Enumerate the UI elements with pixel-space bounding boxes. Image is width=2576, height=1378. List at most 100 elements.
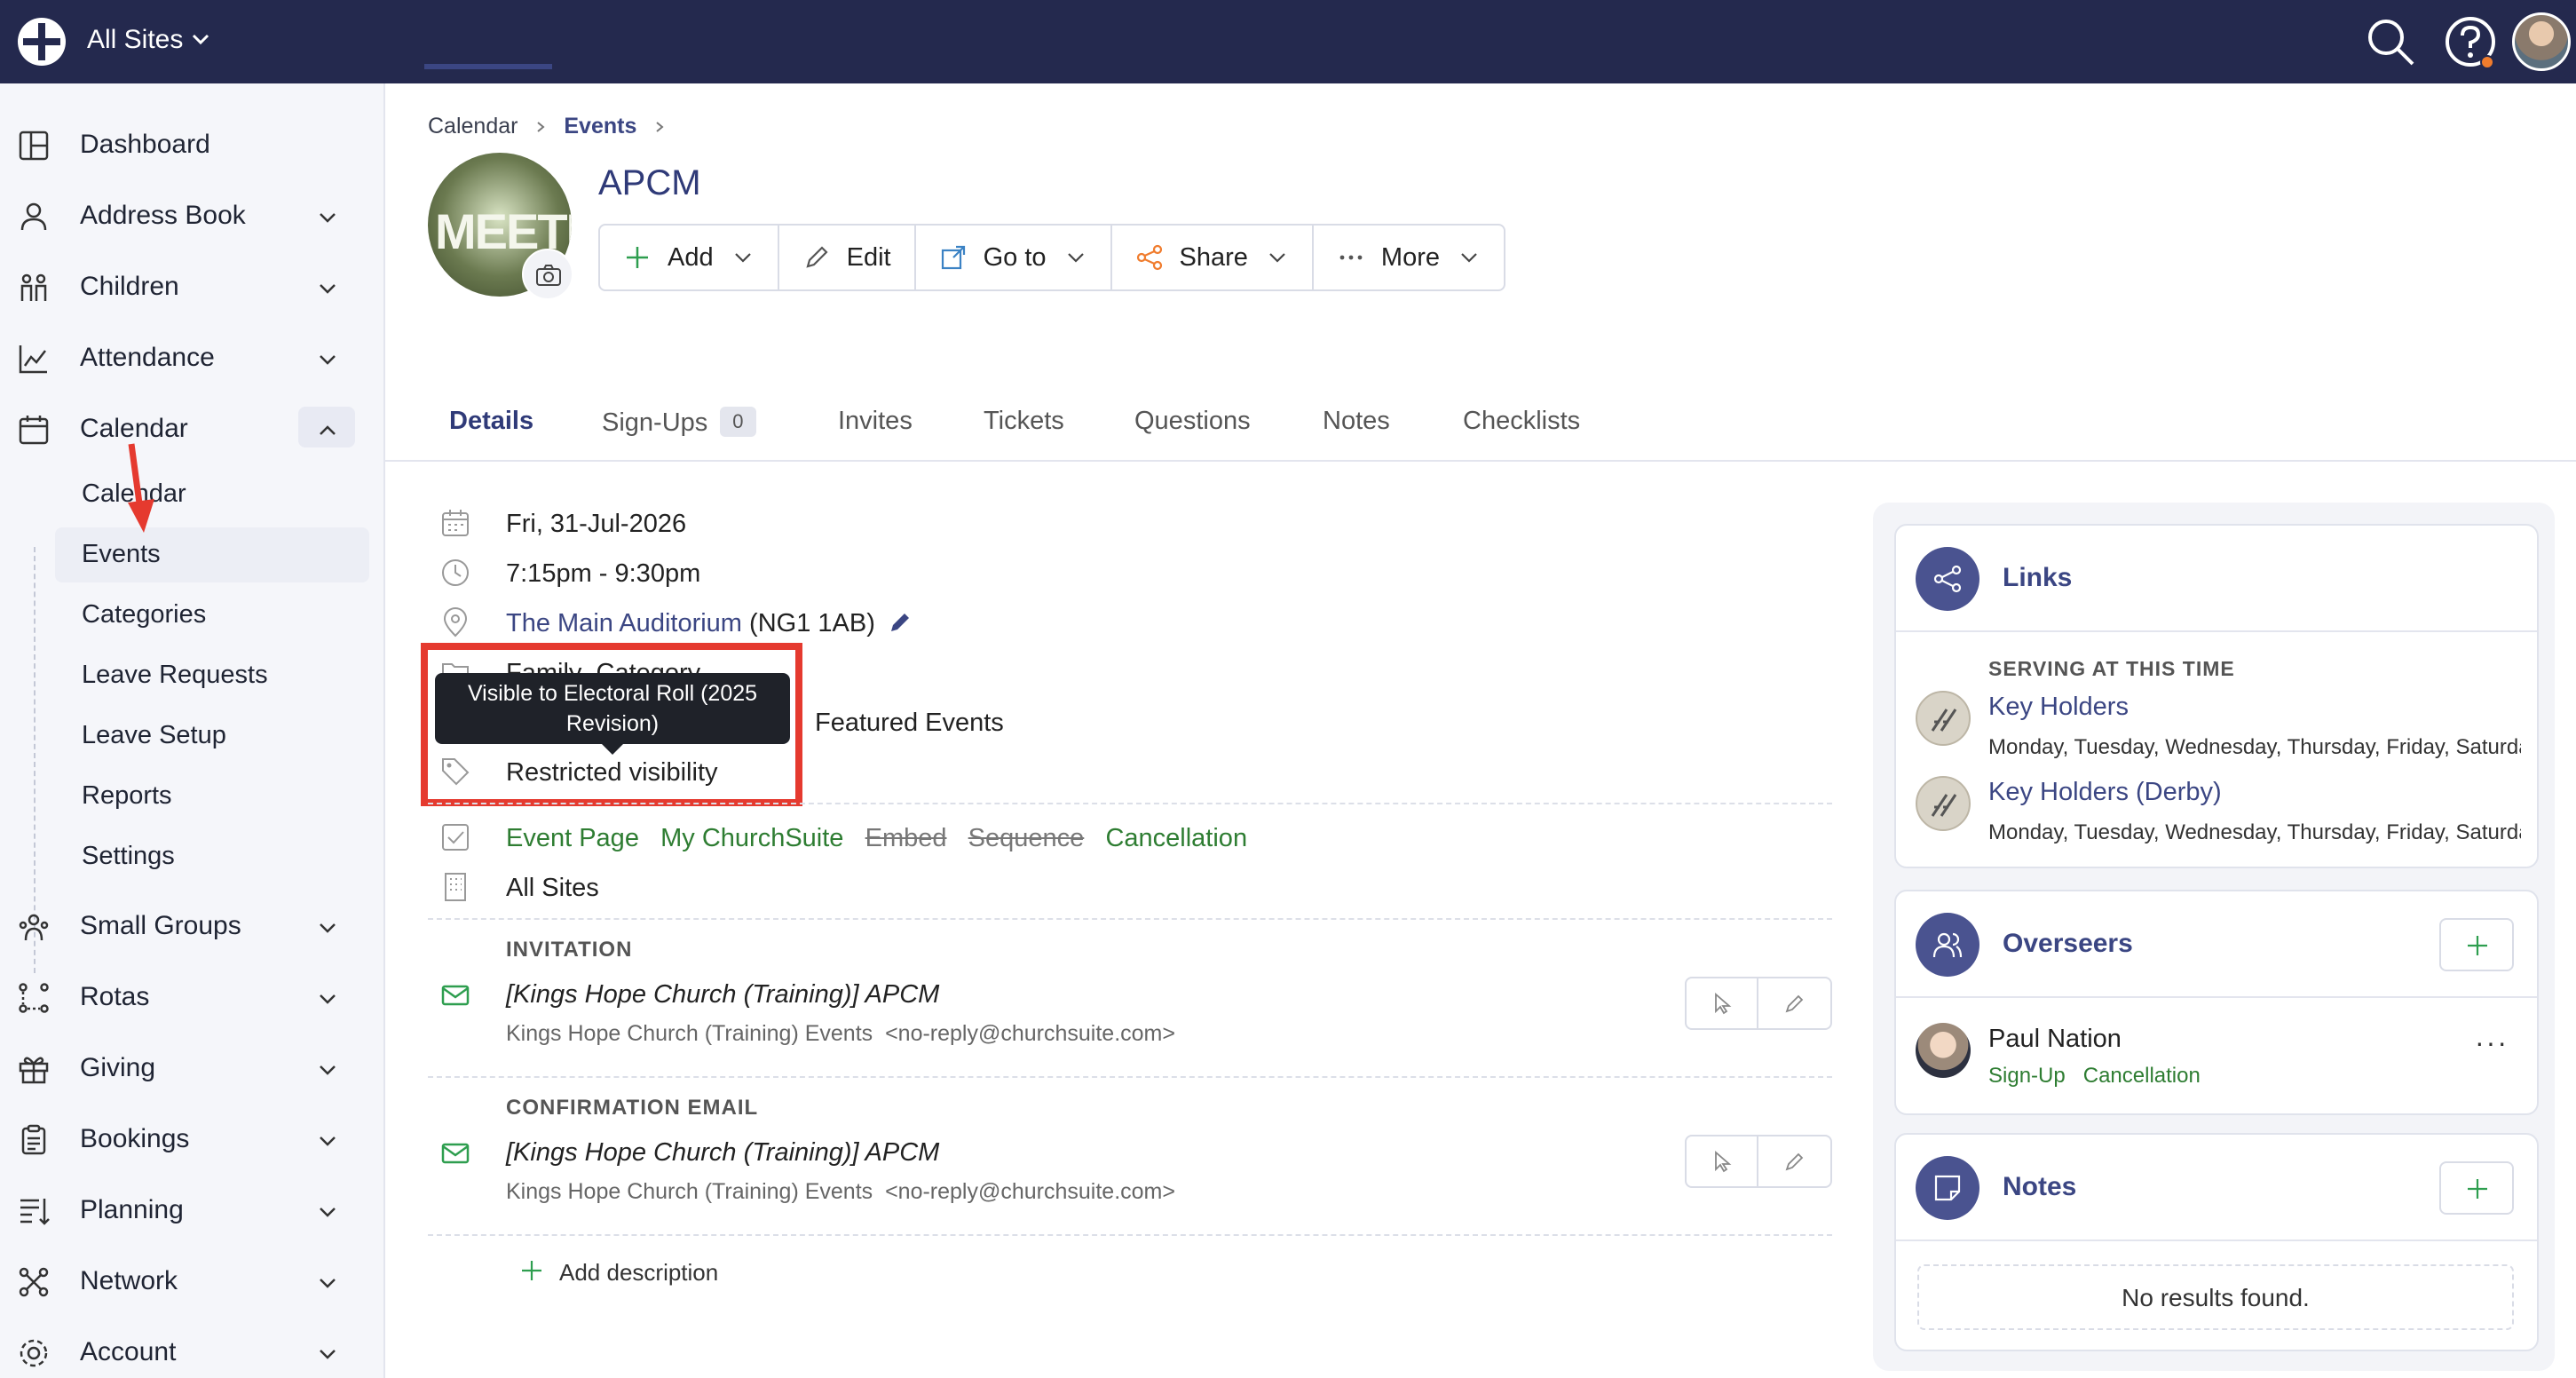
submenu-item-calendar[interactable]: Calendar (55, 467, 369, 522)
submenu-item-leave-requests[interactable]: Leave Requests (55, 648, 369, 703)
search-icon[interactable] (2363, 14, 2418, 69)
keys-icon (1931, 794, 1957, 817)
ellipsis-icon (1339, 255, 1363, 260)
breadcrumb-events[interactable]: Events (564, 114, 636, 139)
sidebar-item-label: Calendar (80, 414, 188, 443)
sidebar-item-account[interactable]: Account (0, 1321, 385, 1378)
invitation-actions (1685, 977, 1832, 1030)
add-button[interactable]: Add (600, 226, 779, 289)
clock-icon (442, 559, 469, 586)
sidebar-item-planning[interactable]: Planning (0, 1179, 385, 1238)
overseer-name[interactable]: Paul Nation (1988, 1025, 2122, 1054)
keys-icon (1931, 709, 1957, 732)
submenu-item-categories[interactable]: Categories (55, 588, 369, 643)
chevron-down-icon (320, 1279, 336, 1288)
submenu-item-reports[interactable]: Reports (55, 769, 369, 824)
event-date: Fri, 31-Jul-2026 (506, 510, 687, 538)
tab-checklists[interactable]: Checklists (1463, 407, 1580, 436)
overseer-more-button[interactable]: ··· (2475, 1026, 2509, 1059)
notification-dot (2480, 55, 2494, 69)
key-holders-derby-link[interactable]: Key Holders (Derby) (1988, 778, 2222, 807)
tab-notes[interactable]: Notes (1323, 407, 1390, 436)
sidebar-item-label: Rotas (80, 982, 150, 1011)
tab-tickets[interactable]: Tickets (984, 407, 1064, 436)
sidebar-item-label: Account (80, 1337, 177, 1366)
key-holders-days: Monday, Tuesday, Wednesday, Thursday, Fr… (1988, 735, 2521, 759)
edit-button[interactable]: Edit (779, 226, 916, 289)
add-description-button[interactable]: Add description (522, 1259, 718, 1287)
groups-icon (19, 914, 49, 941)
tab-invites[interactable]: Invites (838, 407, 913, 436)
confirmation-subject: [Kings Hope Church (Training)] APCM (506, 1138, 940, 1167)
chevron-up-icon (320, 425, 336, 435)
sidebar-item-giving[interactable]: Giving (0, 1037, 385, 1096)
chevron-right-icon (656, 122, 664, 132)
feature-embed[interactable]: Embed (865, 824, 947, 852)
sidebar-item-bookings[interactable]: Bookings (0, 1108, 385, 1167)
gear-icon (20, 1339, 48, 1367)
share-button-label: Share (1179, 242, 1248, 272)
invitation-from: Kings Hope Church (Training) Events <no-… (506, 1021, 1175, 1047)
preview-button[interactable] (1687, 978, 1759, 1028)
clipboard-icon (21, 1124, 46, 1155)
sidebar-item-dashboard[interactable]: Dashboard (0, 114, 385, 172)
chevron-down-icon[interactable] (188, 27, 213, 51)
sidebar-item-label: Network (80, 1266, 178, 1295)
submenu-item-leave-setup[interactable]: Leave Setup (55, 709, 369, 764)
user-avatar[interactable] (2512, 12, 2571, 71)
goto-button[interactable]: Go to (916, 226, 1112, 289)
chevron-down-icon (734, 253, 751, 263)
share-icon (1933, 565, 1962, 593)
edit-email-button[interactable] (1758, 978, 1830, 1028)
key-holders-link[interactable]: Key Holders (1988, 693, 2129, 722)
tab-signups[interactable]: Sign-Ups 0 (602, 407, 756, 438)
sidebar-item-label: Dashboard (80, 130, 210, 159)
sidebar-item-address-book[interactable]: Address Book (0, 185, 385, 243)
sidebar-item-rotas[interactable]: Rotas (0, 966, 385, 1025)
submenu-item-settings[interactable]: Settings (55, 829, 369, 884)
tab-questions[interactable]: Questions (1134, 407, 1251, 436)
pencil-icon[interactable] (888, 610, 913, 635)
overseer-signup-link[interactable]: Sign-Up (1988, 1064, 2066, 1088)
more-button-label: More (1380, 242, 1440, 272)
links-card-title: Links (2003, 563, 2073, 592)
sidebar-item-attendance[interactable]: Attendance (0, 327, 385, 385)
overseers-card-header: Overseers (1896, 891, 2537, 998)
confirmation-from-name: Kings Hope Church (Training) Events (506, 1179, 873, 1204)
plus-icon (2468, 936, 2487, 955)
invitation-from-name: Kings Hope Church (Training) Events (506, 1021, 873, 1046)
more-button[interactable]: More (1314, 226, 1504, 289)
site-selector[interactable]: All Sites (87, 25, 183, 55)
sidebar: Dashboard Address Book Children Attendan… (0, 83, 385, 1378)
change-photo-button[interactable] (522, 249, 573, 300)
churchsuite-logo-icon[interactable] (16, 16, 67, 67)
add-note-button[interactable] (2439, 1161, 2514, 1215)
overseer-cancellation-link[interactable]: Cancellation (2083, 1064, 2201, 1088)
chevron-down-icon (320, 1208, 336, 1217)
feature-event-page[interactable]: Event Page (506, 824, 639, 852)
breadcrumb-calendar[interactable]: Calendar (428, 114, 518, 139)
add-overseer-button[interactable] (2439, 918, 2514, 971)
preview-button[interactable] (1687, 1136, 1759, 1186)
feature-my-churchsuite[interactable]: My ChurchSuite (660, 824, 843, 852)
sidebar-item-network[interactable]: Network (0, 1250, 385, 1309)
submenu-item-label: Settings (82, 842, 175, 870)
envelope-icon (441, 1143, 470, 1164)
tab-details[interactable]: Details (449, 407, 533, 436)
feature-cancellation[interactable]: Cancellation (1105, 824, 1247, 852)
feature-sequence[interactable]: Sequence (968, 824, 1085, 852)
submenu-item-label: Events (82, 540, 161, 568)
edit-email-button[interactable] (1758, 1136, 1830, 1186)
notes-badge (1916, 1156, 1979, 1220)
dashboard-icon (19, 131, 49, 161)
featured-events-link[interactable]: Featured Events (815, 709, 1004, 738)
submenu-item-events[interactable]: Events (55, 527, 369, 582)
sidebar-item-small-groups[interactable]: Small Groups (0, 895, 385, 954)
sidebar-item-children[interactable]: Children (0, 256, 385, 314)
share-button[interactable]: Share (1112, 226, 1314, 289)
sidebar-item-label: Small Groups (80, 911, 241, 940)
invitation-heading: INVITATION (506, 938, 633, 962)
location-link[interactable]: The Main Auditorium (506, 609, 742, 638)
sidebar-item-calendar[interactable]: Calendar (0, 398, 385, 456)
children-icon (20, 273, 47, 301)
